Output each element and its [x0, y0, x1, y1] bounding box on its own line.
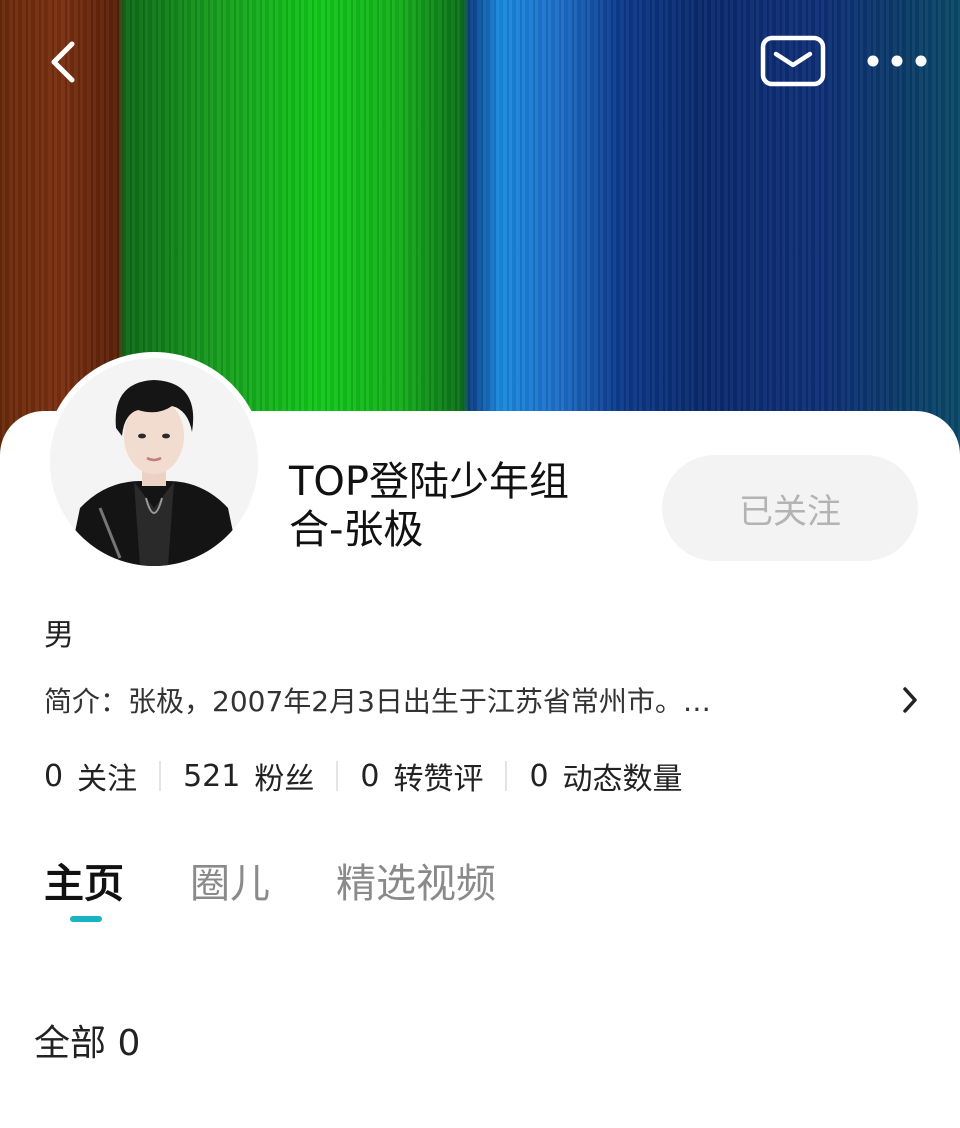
- profile-page: TOP登陆少年组合-张极 已关注 男 简介：张极，2007年2月3日出生于江苏省…: [0, 0, 960, 1128]
- active-tab-indicator: [70, 916, 102, 922]
- avatar-frame: [44, 352, 264, 572]
- avatar[interactable]: [50, 358, 258, 566]
- stat-value: 0: [44, 758, 64, 794]
- followed-button[interactable]: 已关注: [662, 455, 918, 561]
- back-button[interactable]: [30, 34, 94, 90]
- more-button[interactable]: [860, 36, 934, 86]
- tab-label: 精选视频: [336, 861, 496, 907]
- tab-label: 圈儿: [190, 861, 270, 907]
- bio-row[interactable]: 简介：张极，2007年2月3日出生于江苏省常州市。…: [44, 680, 920, 720]
- mail-icon: [760, 35, 826, 87]
- profile-name: TOP登陆少年组合-张极: [289, 459, 570, 553]
- message-button[interactable]: [758, 32, 828, 90]
- stat-divider: [336, 761, 339, 791]
- tab-featured-videos[interactable]: 精选视频: [336, 856, 496, 912]
- back-arrow-icon: [51, 41, 75, 83]
- tab-circle[interactable]: 圈儿: [190, 856, 270, 912]
- stat-divider: [505, 761, 508, 791]
- avatar-image: [50, 358, 258, 566]
- stat-interactions[interactable]: 0 转赞评: [360, 754, 483, 798]
- stat-label: 转赞评: [393, 762, 484, 797]
- stat-divider: [159, 761, 162, 791]
- bio-text: 简介：张极，2007年2月3日出生于江苏省常州市。…: [44, 685, 711, 718]
- stat-posts[interactable]: 0 动态数量: [529, 754, 682, 798]
- stats-bar: 0 关注 521 粉丝 0 转赞评 0 动态数量: [44, 754, 683, 798]
- profile-tabs: 主页 圈儿 精选视频: [44, 856, 562, 922]
- gender-label: 男: [44, 618, 74, 653]
- stat-fans[interactable]: 521 粉丝: [183, 754, 314, 798]
- stat-value: 0: [360, 758, 380, 794]
- stat-value: 0: [529, 758, 549, 794]
- more-dots-icon: [867, 55, 927, 67]
- tab-label: 主页: [44, 861, 124, 907]
- stat-label: 动态数量: [562, 762, 683, 797]
- stat-label: 粉丝: [254, 762, 315, 797]
- chevron-right-icon: [903, 687, 917, 713]
- stat-value: 521: [183, 758, 241, 794]
- all-posts-count: 全部 0: [34, 1023, 141, 1064]
- stat-label: 关注: [77, 762, 138, 797]
- tab-home[interactable]: 主页: [44, 856, 124, 922]
- stat-following[interactable]: 0 关注: [44, 754, 137, 798]
